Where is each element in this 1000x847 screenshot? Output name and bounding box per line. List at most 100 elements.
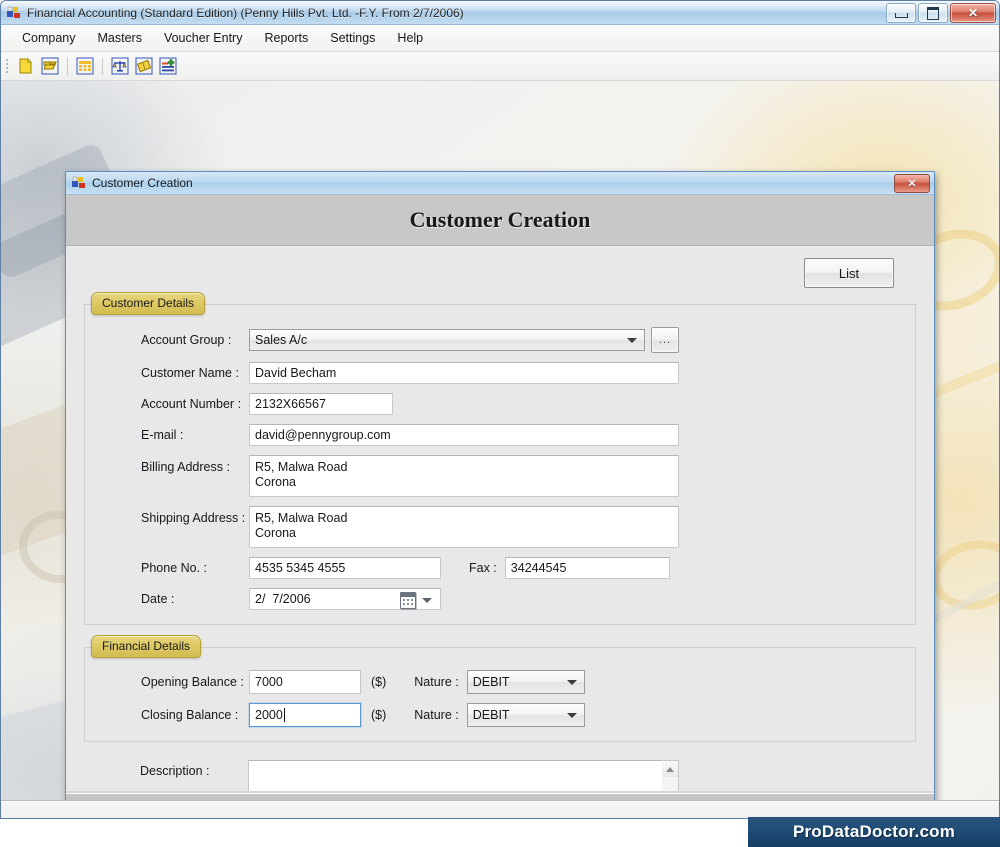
description-scrollbar[interactable]: [662, 760, 679, 791]
chevron-down-icon: [566, 713, 577, 718]
closing-nature-label: Nature :: [414, 708, 459, 722]
close-button[interactable]: ✕: [950, 3, 996, 23]
date-value: 2/ 7/2006: [255, 592, 311, 606]
account-group-label: Account Group :: [141, 333, 232, 347]
closing-nature-select[interactable]: DEBIT: [466, 703, 585, 727]
account-group-browse-button[interactable]: ...: [651, 327, 679, 353]
description-row: Description :: [84, 760, 916, 791]
dialog-header: Customer Creation: [66, 195, 934, 246]
financial-details-group: Financial Details Opening Balance : 7000…: [84, 635, 916, 742]
chevron-down-icon: [627, 338, 637, 343]
main-application-window: Financial Accounting (Standard Edition) …: [0, 0, 1000, 819]
menu-item-masters[interactable]: Masters: [87, 27, 153, 49]
list-button[interactable]: List: [804, 258, 894, 288]
chevron-down-icon[interactable]: [422, 598, 432, 603]
watermark-banner: ProDataDoctor.com: [748, 817, 1000, 847]
account-group-value: Sales A/c: [255, 333, 308, 347]
minimize-icon: [894, 13, 908, 18]
fax-input[interactable]: 34244545: [504, 557, 670, 579]
account-group-row: Account Group : Sales A/c ...: [99, 327, 901, 353]
window-title: Financial Accounting (Standard Edition) …: [27, 5, 464, 20]
scroll-up-button[interactable]: [662, 761, 678, 777]
menu-item-settings[interactable]: Settings: [319, 27, 386, 49]
list-button-row: List: [84, 258, 916, 288]
dialog-title: Customer Creation: [92, 176, 193, 190]
dialog-body: List Customer Details Account Group : Sa…: [66, 246, 934, 791]
open-folder-icon[interactable]: [39, 55, 61, 77]
new-document-icon[interactable]: [15, 55, 37, 77]
billing-address-textarea[interactable]: R5, Malwa Road Corona: [249, 455, 679, 497]
maximize-icon: [927, 6, 939, 20]
shipping-address-row: Shipping Address : R5, Malwa Road Corona: [99, 506, 901, 548]
calendar-icon[interactable]: [400, 592, 416, 609]
menu-item-help[interactable]: Help: [386, 27, 434, 49]
phone-input[interactable]: 4535 5345 4555: [249, 557, 441, 579]
book-icon[interactable]: [133, 55, 155, 77]
billing-address-label: Billing Address :: [141, 460, 230, 474]
customer-name-row: Customer Name : David Becham: [99, 362, 901, 384]
description-field-wrap: [248, 760, 679, 791]
description-textarea[interactable]: [248, 760, 662, 791]
chevron-down-icon: [566, 680, 577, 685]
window-titlebar: Financial Accounting (Standard Edition) …: [1, 1, 999, 25]
phone-label: Phone No. :: [141, 561, 208, 575]
maximize-button[interactable]: [918, 3, 948, 23]
closing-balance-currency: ($): [371, 708, 387, 722]
dialog-close-button[interactable]: ✕: [894, 174, 930, 193]
menu-item-company[interactable]: Company: [11, 27, 87, 49]
page-title: Customer Creation: [409, 207, 591, 232]
toolbar: [1, 52, 999, 81]
toolbar-separator: [67, 57, 68, 75]
account-number-label: Account Number :: [141, 397, 242, 411]
billing-address-row: Billing Address : R5, Malwa Road Corona: [99, 455, 901, 497]
dialog-app-icon: [71, 175, 87, 191]
shipping-address-textarea[interactable]: R5, Malwa Road Corona: [249, 506, 679, 548]
minimize-button[interactable]: [886, 3, 916, 23]
phone-fax-row: Phone No. : 4535 5345 4555 Fax : 3424454…: [99, 557, 901, 579]
financial-details-tab[interactable]: Financial Details: [91, 635, 202, 658]
closing-balance-value: 2000: [255, 708, 283, 722]
menu-item-voucher-entry[interactable]: Voucher Entry: [153, 27, 254, 49]
toolbar-grip[interactable]: [5, 58, 9, 74]
closing-balance-row: Closing Balance : 2000 ($) Nature : DEBI…: [99, 703, 901, 727]
account-number-row: Account Number : 2132X66567: [99, 393, 901, 415]
opening-balance-input[interactable]: 7000: [249, 670, 361, 694]
arrow-up-icon: [666, 766, 674, 772]
window-controls: ✕: [886, 3, 996, 23]
customer-details-group: Customer Details Account Group : Sales A…: [84, 292, 916, 625]
text-caret: [283, 708, 285, 722]
toolbar-separator: [102, 57, 103, 75]
description-label: Description :: [140, 764, 210, 778]
shipping-address-label: Shipping Address :: [141, 511, 246, 525]
ledger-grid-icon[interactable]: [74, 55, 96, 77]
email-input[interactable]: david@pennygroup.com: [249, 424, 679, 446]
closing-balance-label: Closing Balance :: [141, 708, 239, 722]
menubar: Company Masters Voucher Entry Reports Se…: [1, 25, 999, 52]
opening-balance-currency: ($): [371, 675, 387, 689]
account-number-input[interactable]: 2132X66567: [249, 393, 393, 415]
date-row: Date : 2/ 7/2006: [99, 588, 901, 610]
email-row: E-mail : david@pennygroup.com: [99, 424, 901, 446]
account-group-select[interactable]: Sales A/c: [249, 329, 645, 351]
email-label: E-mail :: [141, 428, 184, 442]
opening-nature-select[interactable]: DEBIT: [466, 670, 585, 694]
mdi-desktop-background: Customer Creation ✕ Customer Creation Li…: [1, 81, 999, 818]
opening-balance-label: Opening Balance :: [141, 675, 244, 689]
date-label: Date :: [141, 592, 175, 606]
menu-item-reports[interactable]: Reports: [253, 27, 319, 49]
customer-name-input[interactable]: David Becham: [249, 362, 679, 384]
customer-details-tab[interactable]: Customer Details: [91, 292, 206, 315]
opening-nature-label: Nature :: [414, 675, 459, 689]
customer-name-label: Customer Name :: [141, 366, 239, 380]
fax-label: Fax :: [469, 561, 497, 575]
add-entry-icon[interactable]: [157, 55, 179, 77]
opening-nature-value: DEBIT: [472, 675, 510, 689]
date-input[interactable]: 2/ 7/2006: [249, 588, 441, 610]
balance-scale-icon[interactable]: [109, 55, 131, 77]
closing-nature-value: DEBIT: [472, 708, 510, 722]
watermark-text: ProDataDoctor.com: [792, 822, 956, 841]
app-icon: [6, 5, 22, 21]
dialog-titlebar: Customer Creation ✕: [66, 172, 934, 195]
opening-balance-row: Opening Balance : 7000 ($) Nature : DEBI…: [99, 670, 901, 694]
closing-balance-input[interactable]: 2000: [249, 703, 361, 727]
